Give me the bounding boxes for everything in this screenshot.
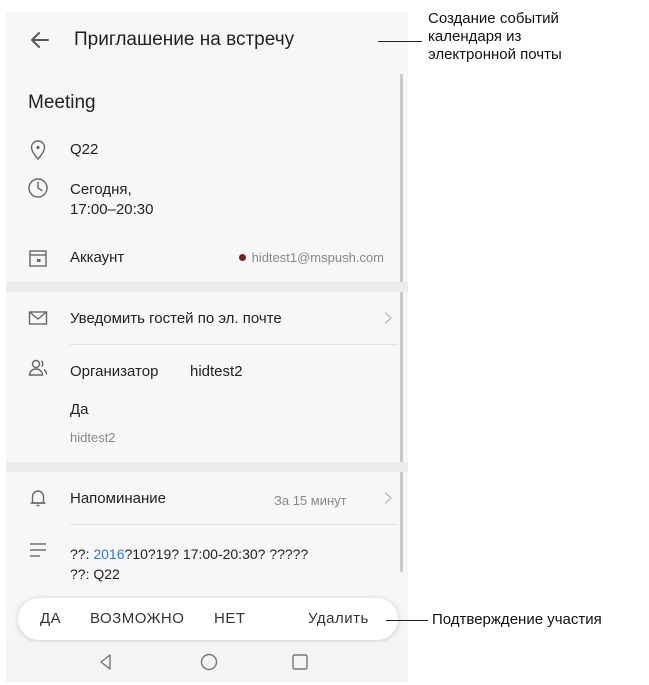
desc-date-link[interactable]: 2016 xyxy=(93,546,124,562)
callout-line-email xyxy=(378,41,422,42)
callout-rsvp: Подтверждение участия xyxy=(432,611,602,628)
description-line-2: ??: Q22 xyxy=(70,566,120,582)
back-arrow-icon[interactable] xyxy=(26,26,54,54)
notify-guests-label: Уведомить гостей по эл. почте xyxy=(70,310,282,327)
organizer-label: Организатор xyxy=(70,363,159,380)
divider xyxy=(70,524,398,525)
no-button[interactable]: НЕТ xyxy=(214,610,246,627)
organizer-name: hidtest2 xyxy=(190,363,243,380)
response-user: hidtest2 xyxy=(70,430,116,445)
callout-line-rsvp xyxy=(386,620,428,621)
bell-icon xyxy=(30,490,46,507)
event-time-day: Сегодня, xyxy=(70,181,132,198)
calendar-icon xyxy=(29,250,47,267)
section-separator xyxy=(6,282,408,292)
delete-button[interactable]: Удалить xyxy=(308,610,369,627)
rsvp-action-bar: ДА ВОЗМОЖНО НЕТ Удалить xyxy=(18,598,398,640)
account-row: hidtest1@mspush.com xyxy=(70,250,396,270)
event-title: Meeting xyxy=(28,92,96,113)
yes-button[interactable]: ДА xyxy=(40,610,61,627)
reminder-label: Напоминание xyxy=(70,490,166,507)
account-color-dot xyxy=(238,254,246,262)
callout-text-line: календаря из xyxy=(428,28,522,45)
callout-text-line: электронной почты xyxy=(428,46,562,63)
nav-back-icon[interactable] xyxy=(94,650,118,674)
chevron-right-icon xyxy=(384,311,393,325)
notify-guests-row[interactable]: Уведомить гостей по эл. почте xyxy=(6,292,408,344)
page-title: Приглашение на встречу xyxy=(74,29,295,50)
description-lines-icon xyxy=(30,543,46,557)
reminder-value: За 15 минут xyxy=(274,493,347,508)
reminder-row[interactable]: Напоминание За 15 минут xyxy=(6,472,408,524)
divider xyxy=(70,344,398,345)
response-status: Да xyxy=(70,401,89,418)
section-separator xyxy=(6,462,408,472)
system-nav-bar xyxy=(6,642,408,682)
event-details[interactable]: Meeting Q22 Сегодня, 17:00–20:30 Аккаунт… xyxy=(6,70,408,602)
account-email: hidtest1@mspush.com xyxy=(251,250,384,265)
maybe-button[interactable]: ВОЗМОЖНО xyxy=(90,610,184,627)
desc-prefix: ??: xyxy=(70,546,94,562)
description-line-1: ??: 2016?10?19? 17:00-20:30? ????? xyxy=(70,544,308,564)
phone-screen: Приглашение на встречу Meeting Q22 Сегод… xyxy=(6,12,408,682)
callout-text-line: Создание событий xyxy=(428,10,559,27)
event-location: Q22 xyxy=(70,141,99,158)
clock-icon xyxy=(28,178,48,198)
nav-home-icon[interactable] xyxy=(197,650,221,674)
account-value: hidtest1@mspush.com xyxy=(238,250,384,265)
nav-recents-icon[interactable] xyxy=(288,650,312,674)
mail-icon xyxy=(28,311,48,325)
event-time-range: 17:00–20:30 xyxy=(70,201,154,218)
desc-rest: ?10?19? 17:00-20:30? ????? xyxy=(124,546,309,562)
top-bar: Приглашение на встречу xyxy=(6,12,408,71)
people-icon xyxy=(28,359,48,376)
location-pin-icon xyxy=(30,140,46,161)
callout-calendar-from-email: Создание событий календаря из электронно… xyxy=(428,10,562,64)
chevron-right-icon xyxy=(384,491,393,505)
